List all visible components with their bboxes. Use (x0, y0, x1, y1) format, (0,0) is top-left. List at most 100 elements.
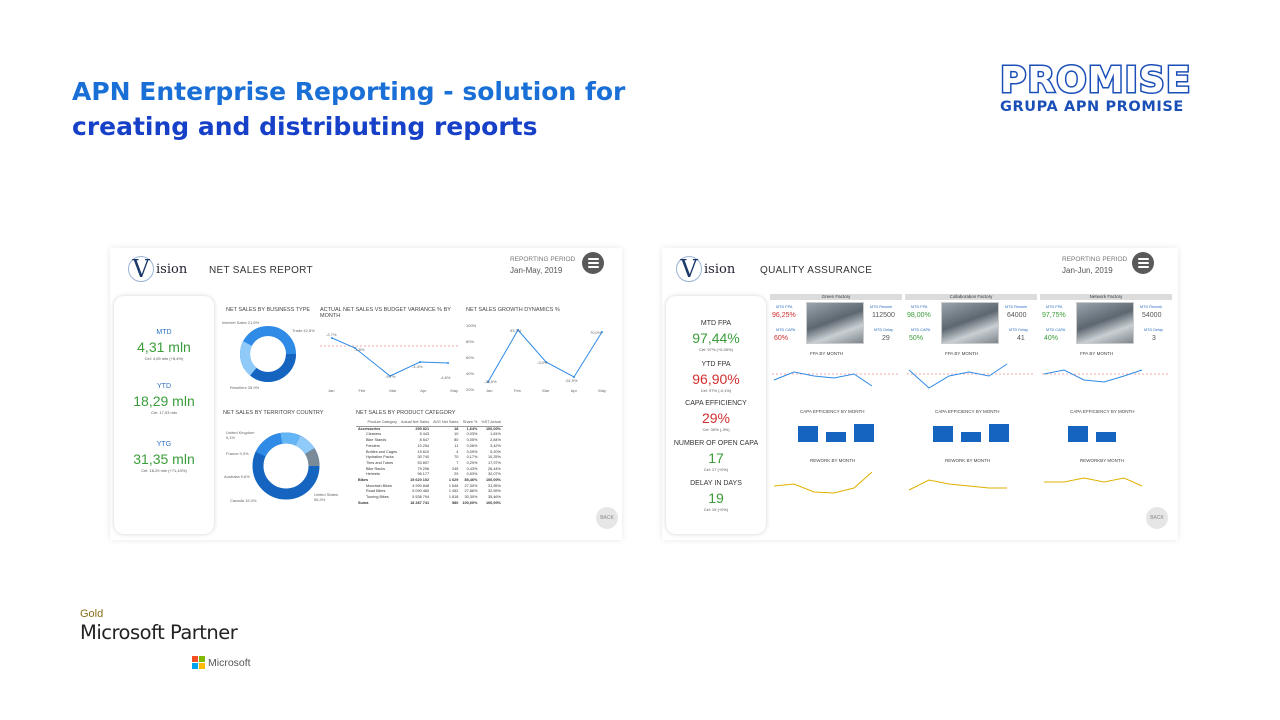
value-mtd-fpa: 98,00% (907, 312, 931, 319)
label-mtd-delay: MTD Delay (1144, 328, 1163, 332)
growth-label: -3,0% (537, 360, 548, 365)
microsoft-grid-icon (192, 656, 205, 669)
label-mtd-delay: MTD Delay (874, 328, 893, 332)
variance-x-axis: Jan Feb Mar Apr May (328, 388, 458, 393)
rework-series (908, 479, 1007, 491)
microsoft-partner-badge: Gold Microsoft Partner (80, 608, 238, 644)
label-mtd-fpa: MTD FPA (1046, 305, 1063, 309)
fpa-line-chart (772, 371, 898, 387)
variance-point (447, 362, 449, 364)
donut2-label-uk: United Kingdom 9,1% (226, 430, 255, 440)
label-mtd-fpa: MTD FPA (776, 305, 793, 309)
section-growth: NET SALES GROWTH DYNAMICS % (466, 307, 560, 313)
microsoft-logo: Microsoft (192, 656, 251, 669)
fpa-chart-title: FPA BY MONTH (945, 351, 979, 356)
table-cell-value: 18 287 741 (410, 500, 430, 505)
slide: APN Enterprise Reporting - solution for … (0, 0, 1280, 720)
capa-chart-title: CAPA EFFICIENCY BY MONTH (935, 409, 1000, 414)
variance-point (419, 361, 421, 363)
rework-chart-title: REWORKBY MONTH (1080, 458, 1124, 463)
label-mtd-capa: MTD CAPA (911, 328, 931, 332)
section-territory: NET SALES BY TERRITORY COUNTRY (223, 410, 324, 416)
factory-photo (941, 302, 999, 344)
value-mtd-delay: 29 (882, 335, 890, 342)
reporting-period: REPORTING PERIOD Jan-Jun, 2019 (1062, 256, 1128, 275)
net-sales-report-screenshot: V ision NET SALES REPORT REPORTING PERIO… (110, 248, 622, 540)
kpi-mtd: MTD 4,31 mln Cel: 4,05 mln (+6,4%) (137, 329, 191, 361)
capa-bar-chart (798, 424, 874, 442)
growth-label: 93,3% (510, 328, 522, 333)
factory-header: Collaboration Factory (905, 294, 1037, 300)
growth-series (487, 329, 603, 383)
kpi-card: MTD FPA 97,44% Cel: 97% (+0,45%) YTD FPA… (666, 296, 766, 534)
capa-bar (798, 426, 818, 442)
variance-points (331, 337, 449, 377)
kpi-card: MTD 4,31 mln Cel: 4,05 mln (+6,4%) YTD 1… (114, 296, 214, 534)
rework-series (1044, 477, 1143, 487)
donut1-label-resellers: Resellers 35,9% (230, 385, 260, 390)
growth-x-axis: Jan Feb Mar Apr May (486, 388, 606, 393)
table-cell-value: 580 (452, 500, 459, 505)
value-mtd-delay: 3 (1152, 335, 1156, 342)
section-business-type: NET SALES BY BUSINESS TYPE (226, 307, 311, 313)
donut2-label-australia: Australia 9,6% (224, 474, 250, 479)
kpi-delay-days: DELAY IN DAYS 19 Cel: 19 (+0%) (690, 480, 742, 512)
value-mtd-capa: 50% (909, 335, 924, 342)
capa-bar (961, 432, 981, 442)
report-title: QUALITY ASSURANCE (760, 265, 873, 276)
rework-chart-title: REWORK BY MONTH (945, 458, 991, 463)
rework-series (773, 471, 873, 494)
capa-bar-chart (933, 424, 1009, 442)
fpa-line-chart (907, 363, 1033, 389)
capa-bar (854, 424, 874, 442)
factory-header: Green Factory (770, 294, 902, 300)
variance-point (331, 337, 333, 339)
slide-headline: APN Enterprise Reporting - solution for … (72, 74, 632, 144)
promise-logo: PROMISE GRUPA APN PROMISE (999, 61, 1210, 115)
rework-chart-title: REWORK BY MONTH (810, 458, 856, 463)
value-mtd-rework: 64000 (1007, 312, 1027, 319)
capa-bar (1096, 432, 1116, 442)
growth-label: -25,6% (484, 379, 497, 384)
growth-points (487, 329, 603, 383)
rework-line-chart (908, 479, 1007, 491)
kpi-ytg: YTG 31,35 mln Cel: 18,29 mln (+71,43%) (133, 441, 195, 473)
capa-chart-title: CAPA EFFICIENCY BY MONTH (1070, 409, 1135, 414)
vision-logo: V ision (128, 256, 187, 282)
factory-header: Network Factory (1040, 294, 1172, 300)
variance-label: -9,7% (385, 374, 396, 379)
table-cell-value: 100,00% (485, 500, 501, 505)
table-cell-category: Suma (358, 500, 369, 505)
back-button[interactable]: BACK (596, 507, 618, 529)
donut2-label-us: United States 56,3% (314, 492, 339, 502)
label-mtd-capa: MTD CAPA (1046, 328, 1066, 332)
variance-series (331, 337, 449, 377)
report-title: NET SALES REPORT (209, 265, 313, 276)
reporting-period: REPORTING PERIOD Jan-May, 2019 (510, 256, 576, 275)
promise-logo-subtitle: GRUPA APN PROMISE (1000, 99, 1184, 115)
label-mtd-rework: MTD Rework (1140, 305, 1163, 309)
label-mtd-rework: MTD Rework (1005, 305, 1028, 309)
value-mtd-fpa: 96,25% (772, 312, 796, 319)
kpi-open-capa: NUMBER OF OPEN CAPA 17 Cel: 17 (+0%) (673, 440, 759, 472)
menu-button[interactable] (582, 252, 604, 274)
back-button[interactable]: BACK (1146, 507, 1168, 529)
capa-bar (1068, 426, 1088, 442)
table-cell-value: 100,00% (462, 500, 478, 505)
fpa-series (1043, 369, 1143, 383)
variance-label: -4,6% (440, 375, 451, 380)
menu-button[interactable] (1132, 252, 1154, 274)
microsoft-wordmark: Microsoft (208, 656, 251, 669)
factory-photo (1076, 302, 1134, 344)
capa-bar (989, 424, 1009, 442)
factory-photo (806, 302, 864, 344)
fpa-chart-title: FPA BY MONTH (1080, 351, 1114, 356)
gold-label: Gold (80, 608, 104, 620)
value-mtd-delay: 41 (1017, 335, 1025, 342)
rework-line-chart (773, 471, 873, 494)
table-row: Suma 18 287 741 580 100,00% 100,00% (356, 501, 503, 507)
fpa-line-chart (1042, 369, 1168, 383)
label-mtd-capa: MTD CAPA (776, 328, 796, 332)
capa-chart-title: CAPA EFFICIENCY BY MONTH (800, 409, 865, 414)
donut2-label-france: France 9,3% (226, 451, 249, 456)
